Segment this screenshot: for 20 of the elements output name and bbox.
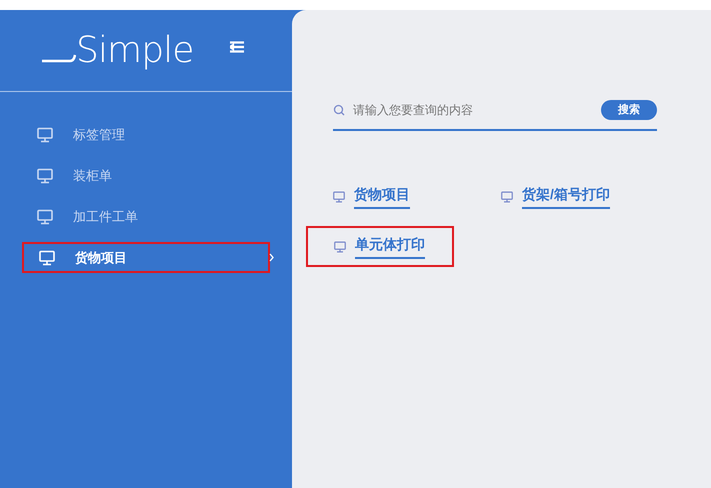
monitor-icon bbox=[37, 208, 53, 224]
monitor-icon bbox=[333, 190, 345, 202]
sidebar-item[interactable]: 装柜单 bbox=[22, 160, 270, 191]
nav-link[interactable]: 单元体打印 bbox=[355, 234, 425, 259]
sidebar-item[interactable]: 标签管理 bbox=[22, 119, 270, 150]
search-icon bbox=[333, 104, 345, 116]
search-button[interactable]: 搜索 bbox=[601, 100, 657, 120]
sidebar-item[interactable]: 加工件工单 bbox=[22, 201, 270, 232]
logo-text: Simple bbox=[76, 28, 194, 72]
search-field[interactable]: 请输入您要查询的内容 搜索 bbox=[333, 100, 657, 131]
monitor-icon bbox=[39, 250, 55, 266]
nav-link[interactable]: 货架/箱号打印 bbox=[522, 184, 610, 209]
menu-icon[interactable] bbox=[230, 40, 244, 52]
monitor-icon bbox=[501, 190, 513, 202]
chevron-right-icon bbox=[269, 253, 274, 262]
monitor-icon bbox=[334, 240, 346, 252]
nav-link[interactable]: 货物项目 bbox=[354, 184, 410, 209]
monitor-icon bbox=[37, 126, 53, 142]
monitor-icon bbox=[37, 168, 53, 184]
logo-line-icon bbox=[40, 52, 76, 62]
